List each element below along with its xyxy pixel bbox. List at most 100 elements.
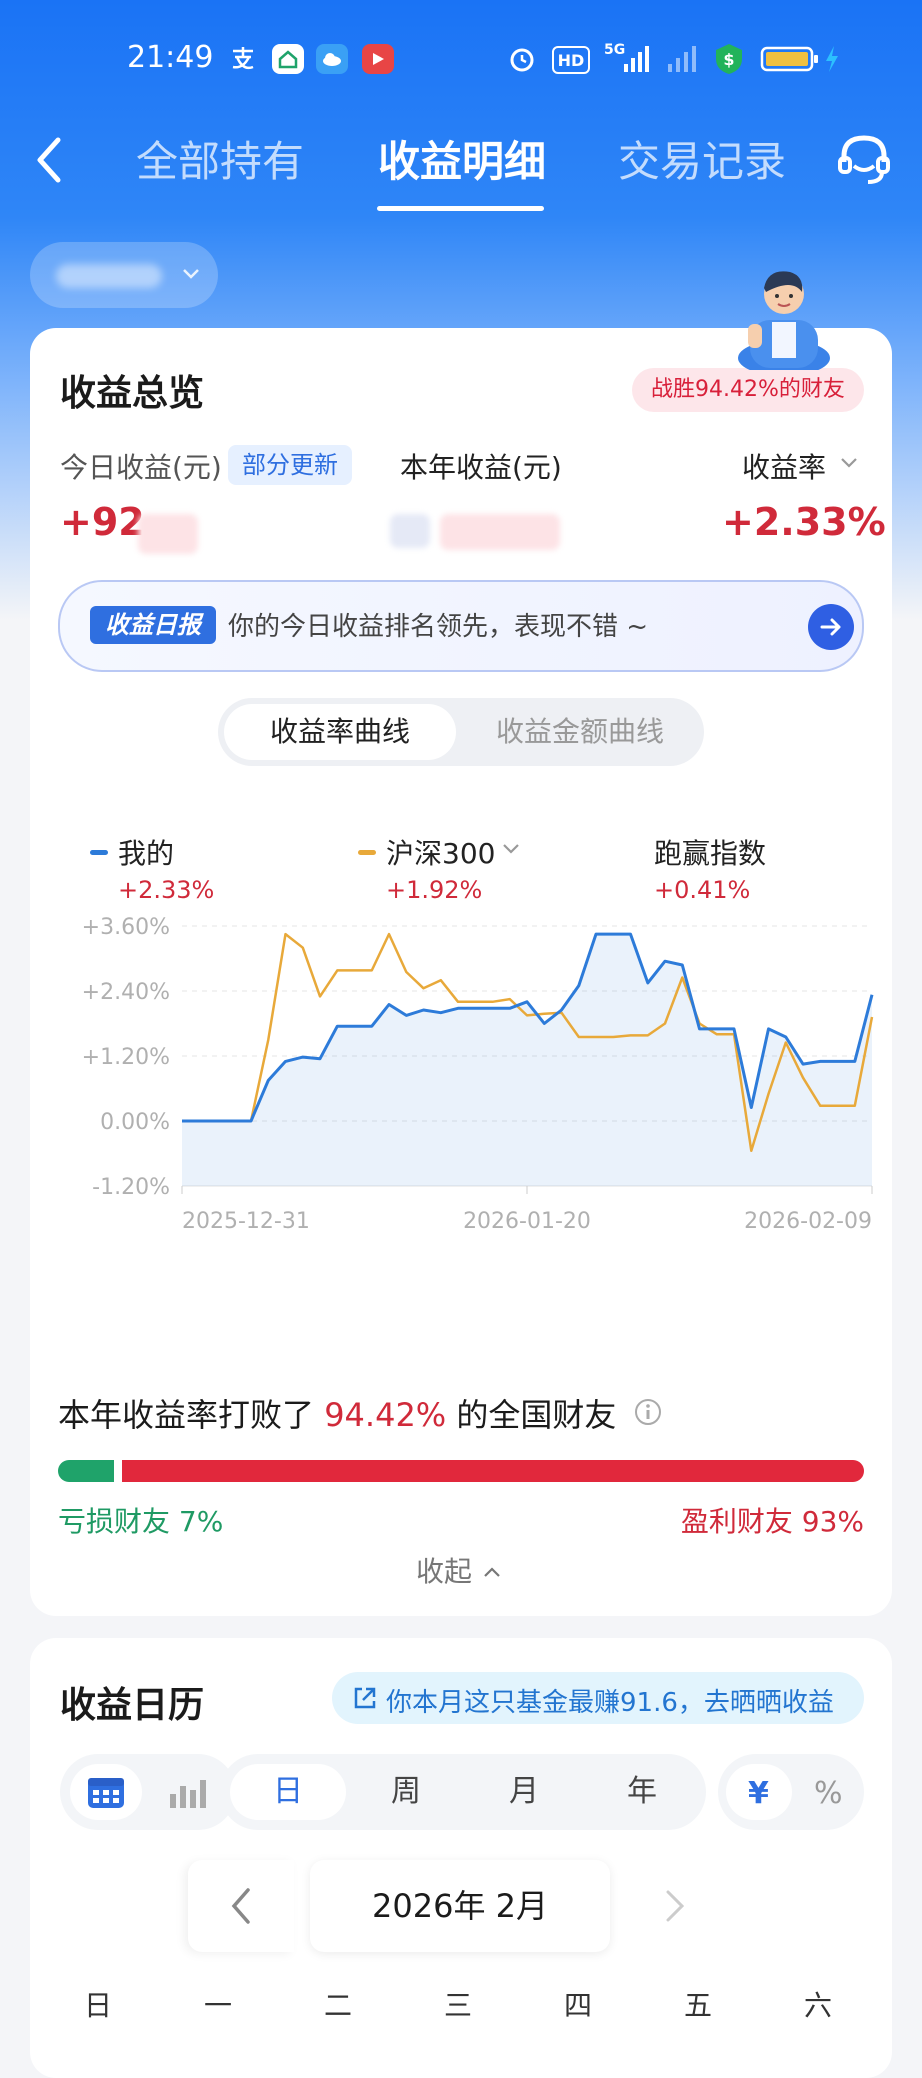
battery-icon: [760, 44, 820, 74]
top-nav: 全部持有 收益明细 交易记录: [0, 118, 922, 218]
redacted-value: [440, 514, 560, 550]
x-tick-label: 2026-02-09: [744, 1209, 872, 1234]
beat-percent: 94.42%: [324, 1396, 447, 1434]
unit-yuan[interactable]: ¥: [748, 1776, 769, 1811]
info-icon[interactable]: [634, 1398, 662, 1426]
tab-earnings-detail[interactable]: 收益明细: [378, 128, 546, 189]
y-tick-label: +3.60%: [82, 915, 170, 940]
chevron-down-icon[interactable]: [500, 838, 522, 860]
chevron-up-icon: [484, 1567, 500, 1577]
y-tick-label: -1.20%: [92, 1175, 170, 1200]
tab-amount-curve[interactable]: 收益金额曲线: [462, 704, 698, 760]
security-icon: $: [712, 44, 746, 74]
chevron-left-icon: [231, 1888, 250, 1924]
share-text: 你本月这只基金最赚91.6，去晒晒收益: [386, 1688, 834, 1718]
charging-icon: [822, 44, 842, 74]
profit-loss-bar: [58, 1460, 864, 1482]
legend-mine-name: 我的: [118, 837, 175, 870]
y-tick-label: +1.20%: [82, 1045, 170, 1070]
account-name-redacted: [56, 264, 162, 288]
rate-value: +2.33%: [722, 500, 886, 544]
loss-segment: [58, 1460, 115, 1482]
view-mode-toggle: [60, 1754, 236, 1830]
svg-text:$: $: [723, 50, 734, 69]
earnings-calendar-card: 收益日历 你本月这只基金最赚91.6，去晒晒收益 日 周 月 年 ¥ % 202…: [30, 1638, 892, 2078]
loss-label: 亏损财友 7%: [58, 1505, 224, 1538]
status-bar: 21:49 HD 5G $: [0, 36, 922, 84]
weekday-sat: 六: [803, 1989, 832, 2022]
gain-label: 盈利财友 93%: [680, 1505, 864, 1538]
legend-mine-swatch: [90, 850, 108, 855]
calendar-view-icon[interactable]: [70, 1764, 142, 1820]
beat-prefix: 本年收益率打败了: [58, 1396, 315, 1434]
prev-month-button[interactable]: [188, 1860, 294, 1952]
mascot-illustration: [732, 258, 834, 376]
redacted-value: [138, 514, 198, 554]
bar-chart-view-icon[interactable]: [150, 1764, 222, 1820]
legend-csi300-swatch: [358, 850, 376, 855]
share-earnings-button[interactable]: 你本月这只基金最赚91.6，去晒晒收益: [332, 1672, 864, 1724]
today-earnings-label: 今日收益(元): [60, 451, 222, 484]
calendar-title: 收益日历: [60, 1685, 205, 1726]
period-week[interactable]: 周: [348, 1764, 464, 1820]
period-month[interactable]: 月: [466, 1764, 582, 1820]
x-tick-label: 2025-12-31: [182, 1209, 310, 1234]
customer-service-icon[interactable]: [834, 128, 894, 188]
unit-percent[interactable]: %: [814, 1776, 843, 1811]
weekday-wed: 三: [443, 1989, 472, 2022]
rate-selector[interactable]: 收益率: [742, 446, 826, 486]
overview-title: 收益总览: [60, 373, 205, 414]
y-tick-label: +2.40%: [82, 980, 170, 1005]
collapse-label: 收起: [416, 1555, 473, 1588]
clock: 21:49: [127, 40, 214, 75]
period-year[interactable]: 年: [584, 1764, 700, 1820]
daily-report-banner[interactable]: 收益日报 你的今日收益排名领先，表现不错 ~: [58, 580, 864, 672]
beat-summary: 本年收益率打败了 94.42% 的全国财友: [58, 1390, 616, 1436]
alarm-icon: [506, 44, 538, 74]
legend-outperform-value: +0.41%: [654, 876, 751, 904]
weather-icon: [316, 44, 348, 74]
arrow-right-icon[interactable]: [808, 604, 854, 650]
collapse-button[interactable]: 收起: [416, 1550, 503, 1590]
active-tab-indicator: [377, 206, 544, 211]
earnings-overview-card: 收益总览 战胜94.42%的财友 今日收益(元) 部分更新 本年收益(元) 收益…: [30, 328, 892, 1616]
chevron-right-icon[interactable]: [654, 1886, 694, 1926]
daily-report-tag: 收益日报: [90, 606, 216, 644]
year-earnings-label: 本年收益(元): [400, 451, 562, 484]
chevron-down-icon[interactable]: [838, 452, 860, 474]
weekday-mon: 一: [203, 1989, 232, 2022]
today-earnings-value: +92: [60, 500, 145, 544]
video-icon: [362, 44, 394, 74]
partial-update-badge: 部分更新: [228, 445, 352, 485]
redacted-value: [390, 514, 430, 548]
month-label[interactable]: 2026年 2月: [310, 1860, 610, 1952]
weekday-fri: 五: [683, 1989, 712, 2022]
unit-toggle: ¥ %: [718, 1754, 864, 1830]
legend-csi300-value: +1.92%: [386, 876, 483, 904]
rank-badge[interactable]: 战胜94.42%的财友: [632, 368, 864, 412]
hd-icon: HD: [552, 46, 590, 74]
account-selector[interactable]: [30, 242, 218, 308]
app-icon: [272, 44, 304, 74]
back-icon[interactable]: [30, 128, 70, 188]
chevron-down-icon: [180, 262, 202, 284]
weekday-tue: 二: [323, 1989, 352, 2022]
signal-icon: [660, 44, 702, 74]
daily-report-text: 你的今日收益排名领先，表现不错 ~: [228, 612, 649, 642]
tab-transactions[interactable]: 交易记录: [618, 128, 786, 189]
share-icon: [352, 1685, 378, 1711]
tab-all-holdings[interactable]: 全部持有: [136, 128, 304, 189]
y-tick-label: 0.00%: [100, 1110, 170, 1135]
legend-outperform-name: 跑赢指数: [654, 837, 767, 870]
weekday-thu: 四: [563, 1989, 592, 2022]
weekday-sun: 日: [83, 1989, 112, 2022]
legend-csi300-name[interactable]: 沪深300: [386, 832, 495, 872]
x-tick-label: 2026-01-20: [463, 1209, 591, 1234]
period-selector: 日 周 月 年: [220, 1754, 706, 1830]
tab-rate-curve[interactable]: 收益率曲线: [224, 704, 456, 760]
period-day[interactable]: 日: [230, 1764, 346, 1820]
returns-chart[interactable]: +3.60% +2.40% +1.20% 0.00% -1.20% 2025-12-31 2…: [70, 902, 890, 1242]
5g-signal-icon: 5G: [604, 42, 650, 74]
beat-suffix: 的全国财友: [456, 1396, 617, 1434]
gain-segment: [122, 1460, 864, 1482]
